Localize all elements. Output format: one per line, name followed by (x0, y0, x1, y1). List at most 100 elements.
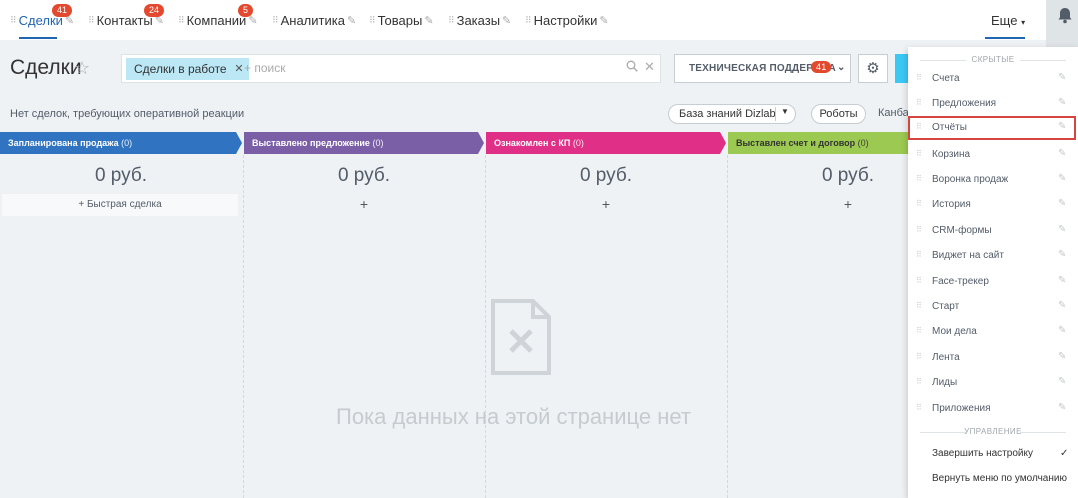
pencil-icon[interactable]: ✎ (1058, 121, 1066, 132)
menu-item-label: Лента (932, 352, 960, 363)
view-mode-kanban[interactable]: Канба (878, 107, 909, 119)
reset-menu-button[interactable]: Вернуть меню по умолчанию (932, 473, 1067, 484)
nav-item-products[interactable]: ⠿ Товары ✎ (369, 13, 434, 28)
nav-item-label: Контакты (96, 13, 153, 28)
add-deal-button[interactable]: + (244, 196, 484, 212)
drag-handle-icon[interactable]: ⠿ (916, 276, 922, 285)
menu-item-my-tasks[interactable]: ⠿ Мои дела ✎ (908, 320, 1076, 344)
knowledge-base-button[interactable]: База знаний Dizlab ▼ (668, 104, 796, 124)
drag-handle-icon[interactable]: ⠿ (916, 122, 922, 131)
bell-icon[interactable] (1057, 7, 1075, 25)
column-divider (243, 155, 244, 498)
pencil-icon[interactable]: ✎ (1058, 148, 1066, 159)
filter-chip[interactable]: Сделки в работе ✕ (126, 58, 249, 80)
pencil-icon[interactable]: ✎ (1058, 249, 1066, 260)
menu-item-reports[interactable]: ⠿ Отчёты ✎ (908, 116, 1076, 140)
pencil-icon[interactable]: ✎ (1058, 300, 1066, 311)
close-icon[interactable]: ✕ (234, 58, 243, 80)
drag-handle-icon[interactable]: ⠿ (916, 98, 922, 107)
pencil-icon[interactable]: ✎ (1058, 198, 1066, 209)
menu-item-label: Корзина (932, 149, 971, 160)
filter-chip-label: Сделки в работе (134, 62, 227, 76)
menu-item-applications[interactable]: ⠿ Приложения ✎ (908, 397, 1076, 421)
drag-handle-icon[interactable]: ⠿ (916, 326, 922, 335)
robots-button[interactable]: Роботы (811, 104, 866, 124)
pencil-icon[interactable]: ✎ (1058, 376, 1066, 387)
pencil-icon[interactable]: ✎ (1058, 97, 1066, 108)
stage-header[interactable]: Ознакомлен с КП (0) (486, 132, 720, 154)
drag-handle-icon[interactable]: ⠿ (916, 225, 922, 234)
counter-badge: 41 (52, 4, 73, 17)
pencil-icon[interactable]: ✎ (347, 14, 356, 27)
nav-item-orders[interactable]: ⠿ Заказы ✎ (448, 13, 511, 28)
menu-item-site-widget[interactable]: ⠿ Виджет на сайт ✎ (908, 244, 1076, 268)
support-button[interactable]: ТЕХНИЧЕСКАЯ ПОДДЕРЖКА 41 ⌄ (674, 54, 851, 83)
drag-handle-icon[interactable]: ⠿ (916, 250, 922, 259)
nav-item-analytics[interactable]: ⠿ Аналитика ✎ (272, 13, 356, 28)
drag-handle-icon[interactable]: ⠿ (88, 15, 95, 26)
more-menu-button[interactable]: Еще ▾ (991, 13, 1025, 28)
page-title: Сделки (10, 56, 82, 79)
star-icon[interactable]: ☆ (74, 58, 90, 79)
drag-handle-icon[interactable]: ⠿ (272, 15, 279, 26)
menu-item-start[interactable]: ⠿ Старт ✎ (908, 295, 1076, 319)
menu-item-label: Предложения (932, 98, 997, 109)
pencil-icon[interactable]: ✎ (1058, 72, 1066, 83)
menu-item-quotes[interactable]: ⠿ Предложения ✎ (908, 92, 1076, 116)
drag-handle-icon[interactable]: ⠿ (916, 73, 922, 82)
pencil-icon[interactable]: ✎ (1058, 224, 1066, 235)
drag-handle-icon[interactable]: ⠿ (369, 15, 376, 26)
stage-header[interactable]: Запланирована продажа (0) (0, 132, 236, 154)
drag-handle-icon[interactable]: ⠿ (916, 352, 922, 361)
drag-handle-icon[interactable]: ⠿ (916, 377, 922, 386)
menu-item-recycle-bin[interactable]: ⠿ Корзина ✎ (908, 143, 1076, 167)
menu-item-label: История (932, 199, 971, 210)
quick-deal-button[interactable]: + Быстрая сделка (2, 194, 238, 216)
filter-search-bar[interactable]: Сделки в работе ✕ + поиск ✕ (121, 54, 661, 83)
menu-item-crm-forms[interactable]: ⠿ CRM-формы ✎ (908, 219, 1076, 243)
column-divider (727, 155, 728, 498)
menu-item-feed[interactable]: ⠿ Лента ✎ (908, 346, 1076, 370)
nav-item-contacts[interactable]: ⠿ Контакты ✎ 24 (88, 4, 165, 28)
divider (775, 107, 776, 121)
drag-handle-icon[interactable]: ⠿ (178, 15, 185, 26)
nav-item-settings[interactable]: ⠿ Настройки ✎ (525, 13, 609, 28)
drag-handle-icon[interactable]: ⠿ (916, 199, 922, 208)
finish-setup-button[interactable]: Завершить настройку ✓ (932, 448, 1068, 459)
drag-handle-icon[interactable]: ⠿ (916, 403, 922, 412)
quick-deal-label: Быстрая сделка (86, 199, 162, 210)
pencil-icon[interactable]: ✎ (1058, 402, 1066, 413)
empty-document-icon (490, 298, 552, 376)
menu-section-hidden: СКРЫТЫЕ (908, 55, 1078, 64)
pencil-icon[interactable]: ✎ (599, 14, 608, 27)
pencil-icon[interactable]: ✎ (502, 14, 511, 27)
drag-handle-icon[interactable]: ⠿ (916, 149, 922, 158)
nav-item-companies[interactable]: ⠿ Компании ✎ 5 (178, 4, 258, 28)
clear-icon[interactable]: ✕ (644, 59, 655, 75)
drag-handle-icon[interactable]: ⠿ (916, 301, 922, 310)
gear-icon[interactable]: ⚙ (858, 54, 888, 83)
add-deal-button[interactable]: + (486, 196, 726, 212)
pencil-icon[interactable]: ✎ (424, 14, 433, 27)
pencil-icon[interactable]: ✎ (1058, 275, 1066, 286)
menu-item-invoices[interactable]: ⠿ Счета ✎ (908, 67, 1076, 91)
search-input[interactable]: + поиск (244, 61, 285, 75)
menu-item-label: Лиды (932, 377, 958, 388)
drag-handle-icon[interactable]: ⠿ (448, 15, 455, 26)
menu-item-leads[interactable]: ⠿ Лиды ✎ (908, 371, 1076, 395)
menu-item-face-tracker[interactable]: ⠿ Face-трекер ✎ (908, 270, 1076, 294)
drag-handle-icon[interactable]: ⠿ (525, 15, 532, 26)
stage-header[interactable]: Выставлено предложение (0) (244, 132, 478, 154)
search-icon[interactable] (626, 60, 638, 75)
menu-item-label: Старт (932, 301, 960, 312)
pencil-icon[interactable]: ✎ (1058, 351, 1066, 362)
menu-item-history[interactable]: ⠿ История ✎ (908, 193, 1076, 217)
chevron-down-icon[interactable]: ▼ (781, 107, 789, 116)
nav-item-deals[interactable]: ⠿ Сделки ✎ 41 (10, 4, 74, 28)
drag-handle-icon[interactable]: ⠿ (10, 15, 17, 26)
pencil-icon[interactable]: ✎ (1058, 325, 1066, 336)
more-dropdown-menu: СКРЫТЫЕ ⠿ Счета ✎ ⠿ Предложения ✎ ⠿ Отчёты ✎ ⠿… (908, 47, 1078, 498)
pencil-icon[interactable]: ✎ (1058, 173, 1066, 184)
menu-item-sales-funnel[interactable]: ⠿ Воронка продаж ✎ (908, 168, 1076, 192)
drag-handle-icon[interactable]: ⠿ (916, 174, 922, 183)
